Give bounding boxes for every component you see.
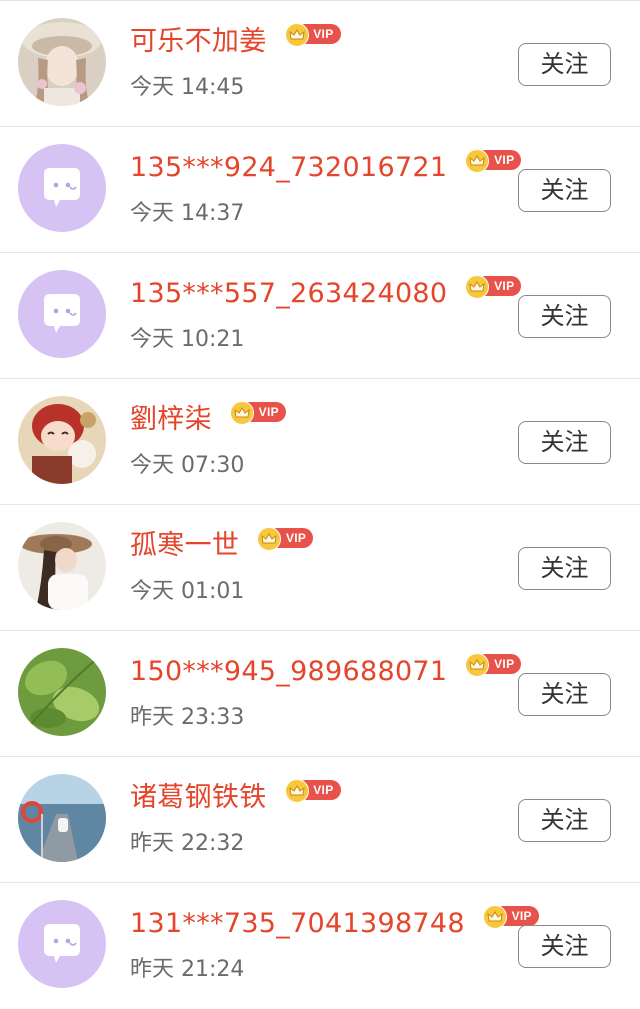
crown-icon [482, 905, 507, 929]
avatar[interactable] [18, 270, 106, 358]
crown-icon [284, 779, 309, 803]
timestamp: 昨天 22:32 [130, 831, 245, 856]
user-name-text[interactable]: 可乐不加姜 [130, 26, 267, 57]
user-name[interactable]: 135***924_732016721 VIP [130, 149, 522, 183]
follow-button[interactable]: 关注 [518, 925, 611, 968]
vip-badge: VIP [465, 149, 522, 173]
list-item[interactable]: 135***557_263424080 VIP 今天 10:21 关注 [0, 253, 640, 379]
user-name-text[interactable]: 劉梓柒 [130, 404, 212, 435]
user-name-text[interactable]: 131***735_7041398748 [130, 908, 465, 939]
follow-button[interactable]: 关注 [518, 673, 611, 716]
vip-badge: VIP [257, 527, 314, 551]
user-name[interactable]: 劉梓柒 VIP [130, 401, 286, 435]
user-name[interactable]: 诸葛钢铁铁 VIP [130, 779, 341, 813]
avatar[interactable] [18, 774, 106, 862]
timestamp: 今天 07:30 [130, 453, 245, 478]
follow-button[interactable]: 关注 [518, 43, 611, 86]
user-name-text[interactable]: 150***945_989688071 [130, 656, 447, 687]
timestamp: 昨天 21:24 [130, 957, 245, 982]
follow-button[interactable]: 关注 [518, 547, 611, 590]
follow-button[interactable]: 关注 [518, 799, 611, 842]
list-item[interactable]: 孤寒一世 VIP 今天 01:01 关注 [0, 505, 640, 631]
list-item[interactable]: 诸葛钢铁铁 VIP 昨天 22:32 关注 [0, 757, 640, 883]
avatar[interactable] [18, 522, 106, 610]
user-name[interactable]: 150***945_989688071 VIP [130, 653, 522, 687]
follow-button[interactable]: 关注 [518, 421, 611, 464]
vip-badge: VIP [229, 401, 286, 425]
list-item[interactable]: 135***924_732016721 VIP 今天 14:37 关注 [0, 127, 640, 253]
user-name[interactable]: 孤寒一世 VIP [130, 527, 314, 561]
avatar[interactable] [18, 900, 106, 988]
avatar[interactable] [18, 18, 106, 106]
user-name[interactable]: 可乐不加姜 VIP [130, 23, 341, 57]
crown-icon [465, 653, 490, 677]
user-name-text[interactable]: 孤寒一世 [130, 530, 239, 561]
follow-button[interactable]: 关注 [518, 295, 611, 338]
list-item[interactable]: 131***735_7041398748 VIP 昨天 21:24 关注 [0, 883, 640, 1009]
follower-list: 可乐不加姜 VIP 今天 14:45 关注 135***924_732016721… [0, 0, 640, 999]
crown-icon [257, 527, 282, 551]
user-name-text[interactable]: 诸葛钢铁铁 [130, 782, 267, 813]
list-item[interactable]: 可乐不加姜 VIP 今天 14:45 关注 [0, 1, 640, 127]
user-name-text[interactable]: 135***557_263424080 [130, 278, 447, 309]
timestamp: 今天 14:45 [130, 75, 245, 100]
user-name[interactable]: 135***557_263424080 VIP [130, 275, 522, 309]
timestamp: 今天 01:01 [130, 579, 245, 604]
crown-icon [465, 275, 490, 299]
vip-badge: VIP [482, 905, 539, 929]
vip-badge: VIP [284, 23, 341, 47]
vip-badge: VIP [465, 653, 522, 677]
list-item[interactable]: 150***945_989688071 VIP 昨天 23:33 关注 [0, 631, 640, 757]
timestamp: 今天 14:37 [130, 201, 245, 226]
timestamp: 昨天 23:33 [130, 705, 245, 730]
avatar[interactable] [18, 648, 106, 736]
list-item[interactable]: 劉梓柒 VIP 今天 07:30 关注 [0, 379, 640, 505]
user-name-text[interactable]: 135***924_732016721 [130, 152, 447, 183]
user-name[interactable]: 131***735_7041398748 VIP [130, 905, 539, 939]
follow-button[interactable]: 关注 [518, 169, 611, 212]
avatar[interactable] [18, 144, 106, 232]
crown-icon [229, 401, 254, 425]
vip-badge: VIP [284, 779, 341, 803]
crown-icon [284, 23, 309, 47]
vip-badge: VIP [465, 275, 522, 299]
timestamp: 今天 10:21 [130, 327, 245, 352]
avatar[interactable] [18, 396, 106, 484]
crown-icon [465, 149, 490, 173]
